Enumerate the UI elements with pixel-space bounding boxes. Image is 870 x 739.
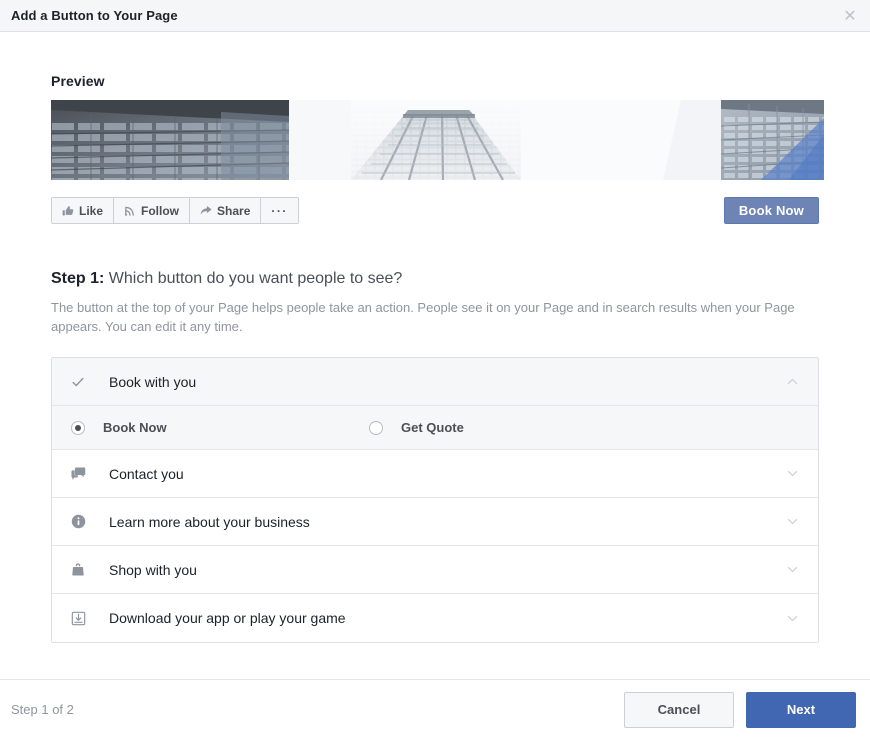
chevron-down-icon[interactable] — [783, 563, 801, 576]
dialog-body: Preview — [0, 32, 870, 672]
button-type-accordion: Book with you Book Now Get Quote — [51, 357, 819, 643]
step-description: The button at the top of your Page helps… — [51, 298, 819, 336]
dialog-footer: Step 1 of 2 Cancel Next — [0, 679, 870, 739]
more-options-icon[interactable]: ··· — [261, 198, 298, 223]
dialog-header: Add a Button to Your Page ✕ — [0, 0, 870, 32]
button-option-radio-group: Book Now Get Quote — [52, 406, 818, 450]
accordion-row-shop-with-you[interactable]: Shop with you — [52, 546, 818, 594]
rss-icon — [124, 205, 136, 217]
footer-actions: Cancel Next — [624, 692, 856, 728]
step-counter: Step 1 of 2 — [11, 702, 74, 717]
download-icon — [71, 611, 91, 626]
preview-cta-button[interactable]: Book Now — [724, 197, 819, 224]
radio-option-book-now[interactable]: Book Now — [71, 420, 369, 435]
accordion-row-download-app[interactable]: Download your app or play your game — [52, 594, 818, 642]
accordion-row-label: Contact you — [109, 466, 783, 482]
share-button-label: Share — [217, 204, 250, 218]
chevron-up-icon[interactable] — [783, 375, 801, 388]
step-prefix: Step 1: — [51, 270, 104, 287]
accordion-row-label: Learn more about your business — [109, 514, 783, 530]
accordion-row-label: Book with you — [109, 374, 783, 390]
radio-mark-selected — [71, 421, 85, 435]
chevron-down-icon[interactable] — [783, 612, 801, 625]
radio-option-get-quote[interactable]: Get Quote — [369, 420, 464, 435]
cancel-button[interactable]: Cancel — [624, 692, 734, 728]
next-button[interactable]: Next — [746, 692, 856, 728]
chevron-down-icon[interactable] — [783, 515, 801, 528]
info-circle-icon — [71, 514, 91, 529]
preview-action-bar: Like Follow Share — [51, 197, 819, 224]
like-button-label: Like — [79, 204, 103, 218]
share-button[interactable]: Share — [190, 198, 261, 223]
radio-option-label: Get Quote — [401, 420, 464, 435]
thumbs-up-icon — [62, 205, 74, 217]
dialog-title: Add a Button to Your Page — [11, 8, 178, 23]
follow-button[interactable]: Follow — [114, 198, 190, 223]
accordion-row-book-with-you[interactable]: Book with you — [52, 358, 818, 406]
close-icon[interactable]: ✕ — [841, 7, 859, 25]
accordion-row-label: Download your app or play your game — [109, 610, 783, 626]
share-arrow-icon — [200, 205, 212, 217]
follow-button-label: Follow — [141, 204, 179, 218]
speech-bubble-icon — [71, 466, 91, 481]
accordion-row-contact-you[interactable]: Contact you — [52, 450, 818, 498]
page-action-buttons: Like Follow Share — [51, 197, 299, 224]
step-heading: Step 1: Which button do you want people … — [51, 269, 819, 289]
check-icon — [71, 375, 91, 389]
shopping-bag-icon — [71, 562, 91, 577]
radio-mark-unselected — [369, 421, 383, 435]
cover-photo — [51, 100, 824, 180]
accordion-row-learn-more[interactable]: Learn more about your business — [52, 498, 818, 546]
accordion-row-label: Shop with you — [109, 562, 783, 578]
preview-label: Preview — [51, 32, 819, 100]
step-question: Which button do you want people to see? — [109, 270, 403, 287]
radio-option-label: Book Now — [103, 420, 167, 435]
like-button[interactable]: Like — [52, 198, 114, 223]
chevron-down-icon[interactable] — [783, 467, 801, 480]
